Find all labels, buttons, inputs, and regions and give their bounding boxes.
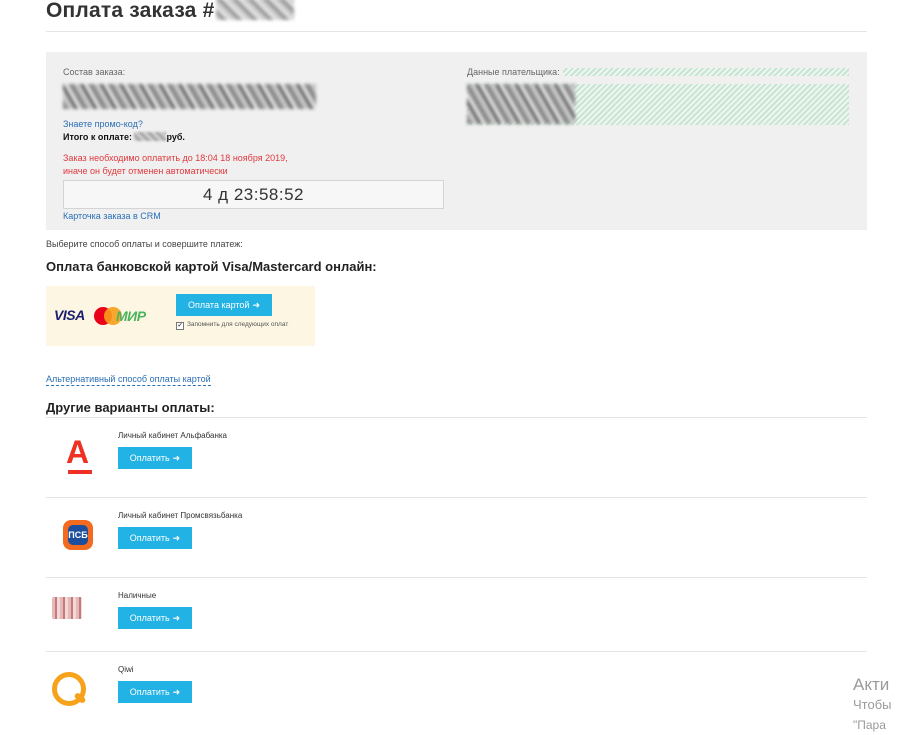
alfabank-logo-letter: А	[66, 434, 90, 470]
mir-logo-icon: МИР	[116, 308, 146, 324]
alfabank-logo-icon: А	[66, 434, 94, 478]
order-total: Итого к оплате: руб.	[63, 132, 185, 142]
psb-logo-inner: ПСБ	[68, 525, 88, 545]
payer-data-redacted	[467, 84, 575, 124]
card-payment-panel: VISA МИР Оплата картой ➜ ✔ Запомнить для с…	[46, 286, 315, 346]
page-title: Оплата заказа #	[46, 0, 295, 23]
crm-order-card-link[interactable]: Карточка заказа в CRM	[63, 211, 161, 221]
order-number-redacted	[216, 0, 295, 20]
order-items-redacted	[63, 84, 316, 109]
remember-checkbox[interactable]: ✔	[176, 322, 184, 330]
qiwi-logo-icon	[52, 672, 87, 706]
pay-alfabank-button[interactable]: Оплатить ➜	[118, 447, 192, 469]
pay-cash-button[interactable]: Оплатить ➜	[118, 607, 192, 629]
visa-logo-icon: VISA	[54, 307, 85, 323]
order-summary-panel: Состав заказа: Знаете промо-код? Итого к…	[46, 52, 867, 230]
option-label-cash: Наличные	[118, 591, 157, 600]
divider	[46, 577, 867, 578]
total-amount-redacted	[134, 132, 167, 141]
pay-qiwi-button[interactable]: Оплатить ➜	[118, 681, 192, 703]
divider	[46, 31, 867, 32]
total-label: Итого к оплате:	[63, 132, 132, 142]
pay-button-label: Оплатить	[129, 613, 170, 623]
promo-code-link[interactable]: Знаете промо-код?	[63, 119, 143, 129]
arrow-right-icon: ➜	[252, 300, 260, 310]
qiwi-logo-tail	[73, 691, 87, 705]
alternative-card-payment-link[interactable]: Альтернативный способ оплаты картой	[46, 374, 211, 386]
watermark-line-1: Акти	[853, 675, 890, 694]
arrow-right-icon: ➜	[172, 453, 181, 463]
warning-line-2: иначе он будет отменен автоматически	[63, 166, 228, 176]
divider	[46, 417, 867, 418]
total-currency: руб.	[166, 132, 185, 142]
arrow-right-icon: ➜	[172, 613, 181, 623]
warning-line-1: Заказ необходимо оплатить до 18:04 18 но…	[63, 153, 288, 163]
windows-activation-watermark: Акти Чтобы "Пара	[853, 675, 892, 735]
card-logos: VISA МИР	[54, 307, 164, 327]
alfabank-logo-bar	[68, 470, 92, 474]
divider	[46, 651, 867, 652]
other-payment-title: Другие варианты оплаты:	[46, 400, 215, 415]
card-payment-title: Оплата банковской картой Visa/Mastercard…	[46, 259, 377, 274]
pay-button-label: Оплатить	[129, 533, 170, 543]
watermark-line-3: "Пара	[853, 718, 886, 732]
watermark-line-2: Чтобы	[853, 697, 892, 712]
psb-logo-icon: ПСБ	[63, 520, 93, 550]
arrow-right-icon: ➜	[172, 533, 181, 543]
choose-payment-text: Выберите способ оплаты и совершите плате…	[46, 239, 243, 249]
remember-card-option[interactable]: ✔ Запомнить для следующих оплат	[176, 321, 288, 330]
pay-button-label: Оплатить	[129, 453, 170, 463]
option-label-qiwi: Qiwi	[118, 665, 134, 674]
pay-by-card-button[interactable]: Оплата картой ➜	[176, 294, 272, 316]
cash-icon	[52, 597, 82, 619]
order-composition-label: Состав заказа:	[63, 67, 126, 77]
option-label-psb: Личный кабинет Промсвязьбанка	[118, 511, 243, 520]
payment-deadline-warning: Заказ необходимо оплатить до 18:04 18 но…	[63, 152, 323, 178]
page-title-text: Оплата заказа #	[46, 0, 215, 22]
pay-button-label: Оплатить	[129, 687, 170, 697]
remember-label: Запомнить для следующих оплат	[187, 321, 289, 328]
payment-page: Оплата заказа # Состав заказа: Знаете пр…	[0, 0, 898, 732]
pay-by-card-label: Оплата картой	[187, 300, 250, 310]
divider	[46, 497, 867, 498]
option-label-alfabank: Личный кабинет Альфабанка	[118, 431, 228, 440]
pay-psb-button[interactable]: Оплатить ➜	[118, 527, 192, 549]
arrow-right-icon: ➜	[172, 687, 181, 697]
payer-data-label: Данные плательщика:	[467, 67, 563, 77]
countdown-timer: 4 д 23:58:52	[63, 180, 444, 209]
